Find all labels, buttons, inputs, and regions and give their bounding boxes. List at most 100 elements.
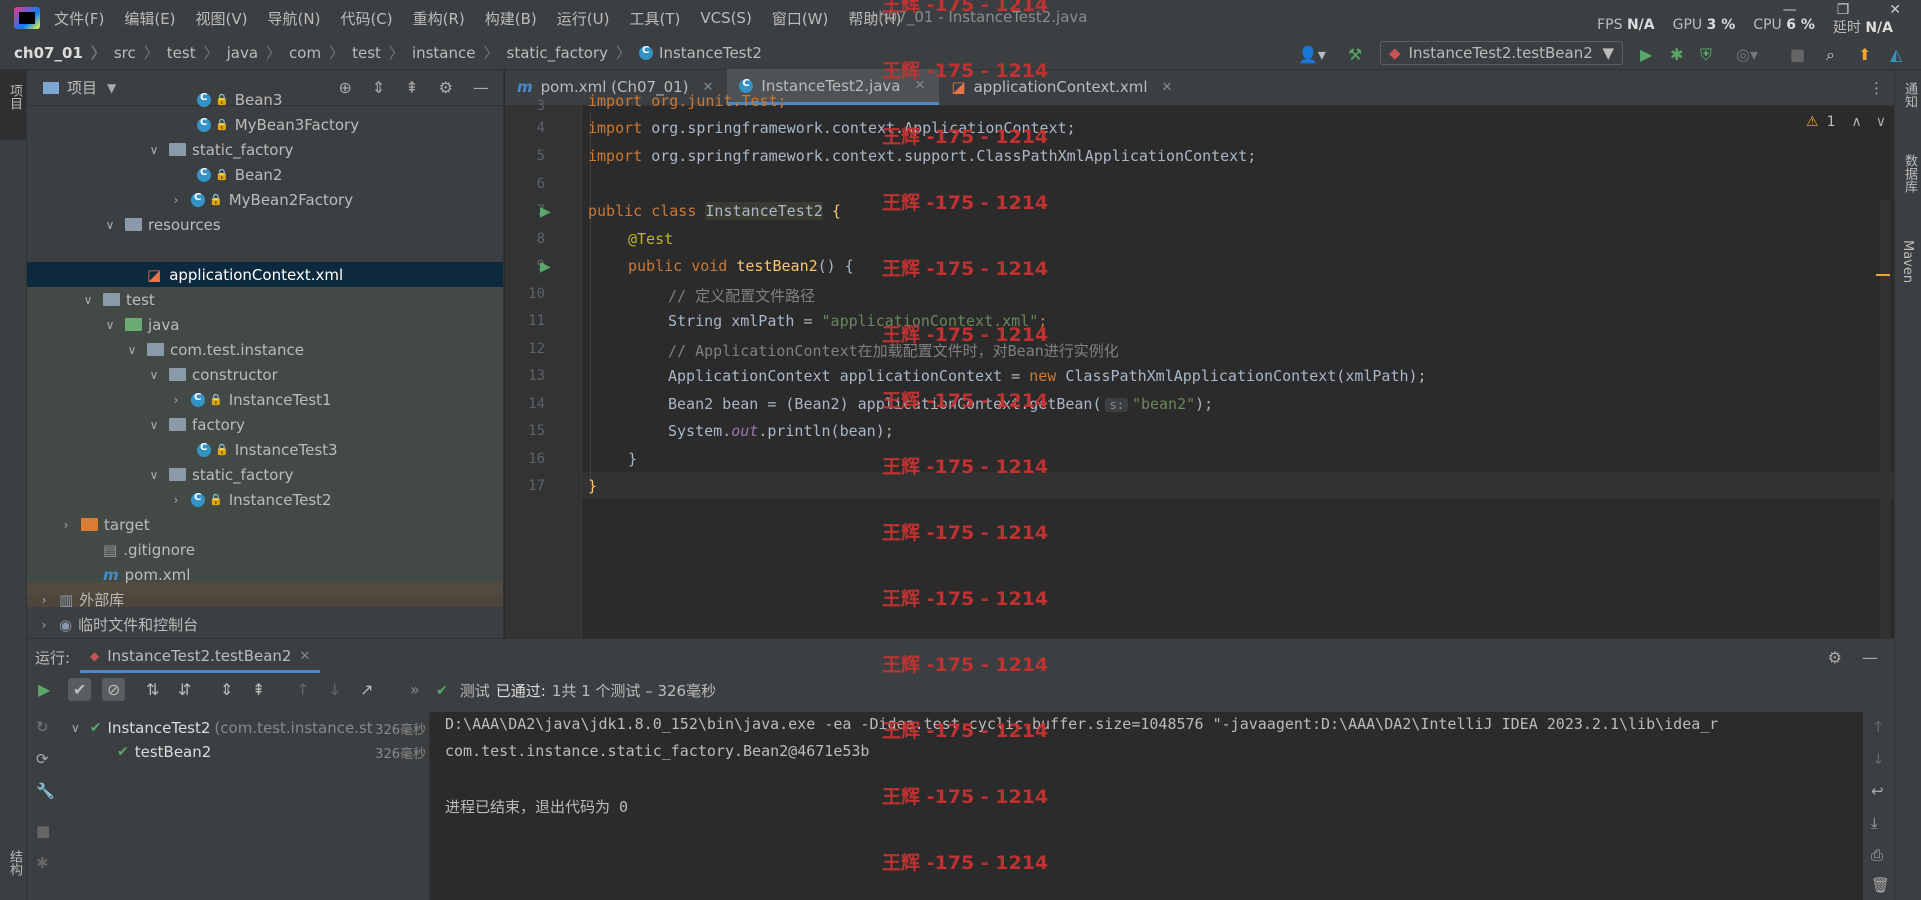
breadcrumb-item[interactable]: java 〉 [227,42,289,63]
breadcrumb-item[interactable]: instance 〉 [412,42,507,63]
chevron-down-icon[interactable]: ∨ [125,343,139,357]
close-tab-icon[interactable]: ✕ [299,649,310,664]
locate-icon[interactable]: ⊕ [338,78,351,97]
chevron-right-icon[interactable]: › [37,618,51,632]
menu-navigate[interactable]: 导航(N) [268,8,321,29]
collapse-all-icon[interactable]: ⇞ [252,680,265,699]
user-icon[interactable]: 👤▾ [1298,45,1326,64]
console-output[interactable]: D:\AAA\DA2\java\jdk1.8.0_152\bin\java.ex… [431,712,1863,900]
plugin-icon[interactable]: ◭ [1890,45,1902,64]
project-panel-title[interactable]: 项目 [67,77,97,98]
update-icon[interactable]: ⬆ [1858,45,1871,64]
project-tool-button[interactable]: 项目 [5,84,24,110]
gear-icon[interactable]: ⚙ [439,78,453,97]
chevron-right-icon[interactable]: › [169,493,183,507]
close-icon[interactable]: ✕ [1889,2,1901,18]
tree-item-java[interactable]: ∨ java [103,312,180,337]
expand-all-icon[interactable]: ⇕ [220,680,233,699]
more-icon[interactable]: » [410,680,420,699]
chevron-right-icon[interactable]: › [169,193,183,207]
tree-item-test[interactable]: ∨ test [81,287,155,312]
tree-item-constructor[interactable]: ∨ constructor [147,362,278,387]
chevron-down-icon[interactable]: ∨ [1876,114,1886,130]
menu-window[interactable]: 窗口(W) [772,8,829,29]
stop-icon[interactable]: ■ [36,822,50,840]
sort-duration-icon[interactable]: ⇵ [178,680,191,699]
coverage-icon[interactable]: ⛨ [1700,45,1712,65]
menu-code[interactable]: 代码(C) [340,8,392,29]
inspection-widget[interactable]: ⚠ 1 ∧ ∨ [1806,114,1886,130]
show-ignored-icon[interactable]: ⊘ [102,678,126,701]
chevron-down-icon[interactable]: ▼ [107,81,116,95]
tree-item-external-libraries[interactable]: › ▥ 外部库 [37,587,125,612]
chevron-up-icon[interactable]: ∧ [1851,114,1861,130]
menu-tools[interactable]: 工具(T) [629,8,680,29]
tree-item-instancetest3[interactable]: 🔒InstanceTest3 [197,437,338,462]
tree-item-applicationcontext-xml[interactable]: ◪ applicationContext.xml [147,262,343,287]
chevron-right-icon[interactable]: › [169,393,183,407]
minimize-icon[interactable]: — [1783,2,1797,18]
rerun-failed-icon[interactable]: ↻ [36,718,49,736]
database-tool-button[interactable]: 数据库 [1900,154,1919,193]
debug-icon[interactable]: ✱ [1670,45,1683,64]
maven-tool-button[interactable]: Maven [1900,240,1915,283]
soft-wrap-icon[interactable]: ↩ [1871,782,1884,800]
breadcrumb-item[interactable]: src 〉 [114,42,167,63]
menu-file[interactable]: 文件(F) [54,8,104,29]
tree-item-bean2[interactable]: 🔒Bean2 [197,162,282,187]
tree-item-target[interactable]: › target [59,512,150,537]
tree-item-scratches[interactable]: › ◉ 临时文件和控制台 [37,612,199,637]
chevron-down-icon[interactable]: ∨ [103,218,117,232]
next-test-icon[interactable]: ↓ [328,680,341,699]
collapse-all-icon[interactable]: ⇞ [405,78,418,97]
toggle-auto-test-icon[interactable]: ⟳ [36,750,49,768]
show-passed-icon[interactable]: ✔ [68,678,92,701]
tree-item-pom-xml[interactable]: m pom.xml [81,562,190,587]
previous-test-icon[interactable]: ↑ [296,680,309,699]
tree-item-bean3[interactable]: 🔒Bean3 [197,87,282,112]
menu-run[interactable]: 运行(U) [557,8,610,29]
chevron-right-icon[interactable]: › [37,593,51,607]
breadcrumb-item[interactable]: InstanceTest2 [639,44,762,62]
more-tabs-icon[interactable]: ⋮ [1869,79,1884,97]
breadcrumb-item[interactable]: test 〉 [352,42,412,63]
menu-vcs[interactable]: VCS(S) [700,9,751,27]
rerun-icon[interactable]: ▶ [38,680,50,699]
import-tests-icon[interactable]: ↗ [360,680,373,699]
run-test-gutter-icon[interactable]: ▶ [540,204,551,220]
sort-alpha-icon[interactable]: ⇅ [146,680,159,699]
breadcrumb-item[interactable]: com 〉 [289,42,352,63]
chevron-down-icon[interactable]: ∨ [103,318,117,332]
close-tab-icon[interactable]: ✕ [1162,80,1173,95]
breadcrumb-item[interactable]: test 〉 [167,42,227,63]
test-method-row[interactable]: ✔ testBean2 326毫秒 [117,740,426,764]
warning-stripe-marker[interactable] [1876,274,1890,276]
chevron-down-icon[interactable]: ∨ [147,143,161,157]
tree-item-instancetest2[interactable]: ›🔒InstanceTest2 [169,487,332,512]
search-icon[interactable]: ⌕ [1826,45,1835,65]
tree-item-instancetest1[interactable]: ›🔒InstanceTest1 [169,387,332,412]
menu-refactor[interactable]: 重构(R) [413,8,465,29]
maximize-icon[interactable]: ❐ [1837,2,1850,18]
menu-edit[interactable]: 编辑(E) [124,8,175,29]
tree-item-static-factory[interactable]: ∨ static_factory [147,137,294,162]
arrow-up-icon[interactable]: ↑ [1872,718,1885,736]
tree-item-com-test-instance[interactable]: ∨ com.test.instance [125,337,304,362]
editor-scrollbar[interactable] [1880,200,1890,638]
print-icon[interactable]: ⎙ [1871,846,1883,864]
breadcrumb-item[interactable]: ch07_01 〉 [14,42,114,63]
breadcrumb-item[interactable]: static_factory 〉 [507,42,640,63]
hide-icon[interactable]: — [1862,648,1878,667]
chevron-down-icon[interactable]: ∨ [147,368,161,382]
tree-item-mybean3factory[interactable]: 🔒MyBean3Factory [197,112,359,137]
notifications-tool-button[interactable]: 通知 [1900,82,1919,108]
profile-icon[interactable]: ◎▾ [1736,45,1758,64]
chevron-down-icon[interactable]: ∨ [81,293,95,307]
tree-item-resources[interactable]: ∨ resources [103,212,221,237]
stop-icon[interactable]: ■ [1790,45,1805,64]
tree-item-static-factory-test[interactable]: ∨ static_factory [147,462,294,487]
run-configuration-select[interactable]: ◆ InstanceTest2.testBean2 ▼ [1380,41,1623,65]
wrench-icon[interactable]: 🔧 [36,782,55,800]
build-hammer-icon[interactable]: ⚒ [1348,45,1362,64]
debug-icon[interactable]: ✱ [36,854,49,872]
